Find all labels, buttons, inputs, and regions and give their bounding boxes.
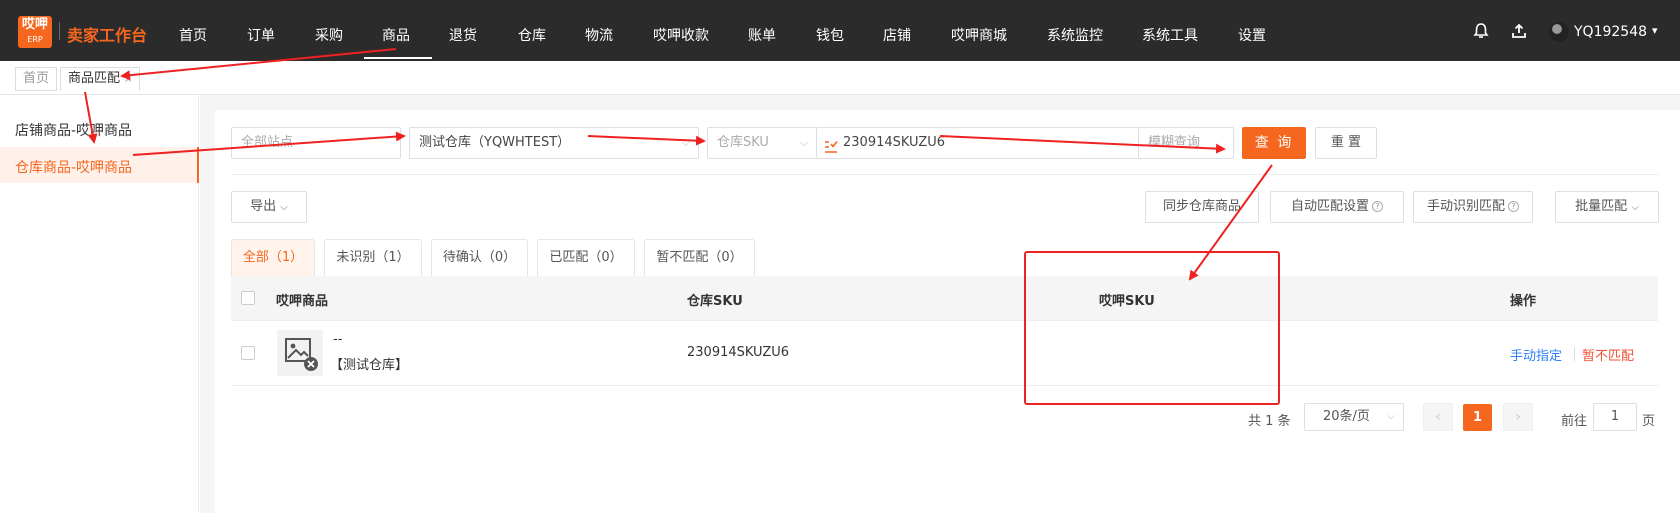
help-icon[interactable]: ? xyxy=(1508,201,1519,212)
product-name: -- xyxy=(333,332,343,347)
tab-no-match[interactable]: 暂不匹配（0） xyxy=(644,239,755,276)
sku-search-value: 230914SKUZU6 xyxy=(843,135,946,150)
upload-icon[interactable] xyxy=(1510,22,1528,44)
sku-search-input[interactable]: 230914SKUZU6 xyxy=(816,127,1140,159)
page-tab-product-match[interactable]: 商品匹配 × xyxy=(60,67,141,91)
skip-match-link[interactable]: 暂不匹配 xyxy=(1582,345,1634,364)
goto-label: 前往 xyxy=(1561,414,1588,429)
nav-item-products[interactable]: 商品 xyxy=(382,25,410,45)
reset-button[interactable]: 重 置 xyxy=(1315,127,1377,159)
sku-type-value: 仓库SKU xyxy=(717,135,769,150)
nav-item-returns[interactable]: 退货 xyxy=(449,25,477,45)
row-checkbox[interactable] xyxy=(241,346,255,360)
image-missing-icon xyxy=(285,338,318,371)
nav-item-wallet[interactable]: 钱包 xyxy=(816,25,844,45)
logo-subtext: ERP xyxy=(27,35,43,44)
warehouse-select[interactable]: 测试仓库（YQWHTEST） ⌵ xyxy=(409,127,699,159)
chevron-down-icon: ⌵ xyxy=(799,136,808,149)
goto-page-input[interactable]: 1 xyxy=(1593,403,1637,431)
chevron-down-icon: ⌵ xyxy=(681,136,690,149)
column-header-product: 哎呷商品 xyxy=(276,294,329,309)
sku-type-select[interactable]: 仓库SKU ⌵ xyxy=(707,127,817,159)
sidebar: 店铺商品-哎呷商品 仓库商品-哎呷商品 xyxy=(0,95,199,513)
select-all-checkbox[interactable] xyxy=(241,291,255,305)
nav-item-warehouse[interactable]: 仓库 xyxy=(518,25,546,45)
export-button[interactable]: 导出 ⌵ xyxy=(231,191,307,223)
sidebar-item-shop-products[interactable]: 店铺商品-哎呷商品 xyxy=(15,120,132,140)
tab-unidentified[interactable]: 未识别（1） xyxy=(324,239,422,276)
brand-divider xyxy=(59,22,60,40)
action-separator xyxy=(1574,347,1575,361)
page-tab-home[interactable]: 首页 xyxy=(15,67,58,91)
match-mode-select[interactable]: 模糊查询 xyxy=(1138,127,1234,159)
table-header xyxy=(231,276,1658,321)
username[interactable]: YQ192548 xyxy=(1574,24,1647,40)
nav-item-tools[interactable]: 系统工具 xyxy=(1142,25,1198,45)
manual-assign-link[interactable]: 手动指定 xyxy=(1510,345,1562,364)
nav-item-shops[interactable]: 店铺 xyxy=(883,25,911,45)
column-header-actions: 操作 xyxy=(1510,294,1537,309)
warehouse-select-value: 测试仓库（YQWHTEST） xyxy=(419,135,571,150)
manual-identify-label: 手动识别匹配 xyxy=(1426,199,1505,214)
current-page-button[interactable]: 1 xyxy=(1463,404,1492,431)
product-image-placeholder xyxy=(277,330,323,376)
nav-item-bills[interactable]: 账单 xyxy=(748,25,776,45)
column-header-warehouse-sku: 仓库SKU xyxy=(687,294,743,309)
tab-pending-confirm[interactable]: 待确认（0） xyxy=(431,239,528,276)
bell-icon[interactable] xyxy=(1472,22,1490,44)
prev-page-button[interactable]: ‹ xyxy=(1423,403,1453,431)
nav-item-orders[interactable]: 订单 xyxy=(247,25,275,45)
tab-matched[interactable]: 已匹配（0） xyxy=(537,239,635,276)
batch-match-label: 批量匹配 xyxy=(1575,199,1628,214)
page-tabs-bar: 首页 商品匹配 × xyxy=(0,61,1680,95)
nav-item-payments[interactable]: 哎呷收款 xyxy=(653,25,709,45)
help-icon[interactable]: ? xyxy=(1372,201,1383,212)
avatar[interactable] xyxy=(1549,22,1569,42)
logo-text: 哎呷 xyxy=(21,17,48,32)
batch-match-button[interactable]: 批量匹配 ⌵ xyxy=(1555,191,1659,223)
top-navigation-bar: 哎呷 ERP 卖家工作台 首页 订单 采购 商品 退货 仓库 物流 哎呷收款 账… xyxy=(0,0,1680,61)
site-select-placeholder: 全部站点 xyxy=(241,135,294,150)
sidebar-item-warehouse-products[interactable]: 仓库商品-哎呷商品 xyxy=(15,157,132,177)
manual-identify-match-button[interactable]: 手动识别匹配? xyxy=(1413,191,1533,223)
close-icon[interactable]: × xyxy=(124,74,132,85)
chevron-down-icon: ⌵ xyxy=(1631,202,1639,213)
chevron-down-icon[interactable]: ▾ xyxy=(1652,24,1658,37)
search-button[interactable]: 查 询 xyxy=(1242,127,1306,159)
brand-title: 卖家工作台 xyxy=(67,26,148,45)
table-row xyxy=(231,321,1658,386)
warehouse-sku-cell: 230914SKUZU6 xyxy=(687,345,790,360)
nav-item-home[interactable]: 首页 xyxy=(179,25,207,45)
page-tab-label: 商品匹配 xyxy=(68,71,121,86)
page-tab-home-label: 首页 xyxy=(23,71,50,86)
filter-divider xyxy=(231,174,1658,175)
auto-match-label: 自动匹配设置 xyxy=(1290,199,1369,214)
batch-input-icon[interactable] xyxy=(824,136,838,158)
page-size-value: 20条/页 xyxy=(1323,409,1370,424)
match-mode-value: 模糊查询 xyxy=(1148,135,1201,150)
product-warehouse: 【测试仓库】 xyxy=(330,358,409,373)
nav-active-indicator xyxy=(364,57,432,59)
site-select[interactable]: 全部站点 xyxy=(231,127,401,159)
sync-warehouse-products-button[interactable]: 同步仓库商品 xyxy=(1145,191,1259,223)
tab-all[interactable]: 全部（1） xyxy=(231,239,315,276)
chevron-down-icon: ⌵ xyxy=(1387,411,1395,422)
nav-item-logistics[interactable]: 物流 xyxy=(585,25,613,45)
pagination-total: 共 1 条 xyxy=(1248,414,1291,429)
export-label: 导出 xyxy=(250,199,277,214)
brand-logo[interactable]: 哎呷 ERP xyxy=(18,16,52,48)
nav-item-mall[interactable]: 哎呷商城 xyxy=(951,25,1007,45)
nav-item-monitor[interactable]: 系统监控 xyxy=(1047,25,1103,45)
chevron-down-icon: ⌵ xyxy=(280,202,288,213)
next-page-button[interactable]: › xyxy=(1503,403,1533,431)
nav-item-purchase[interactable]: 采购 xyxy=(315,25,343,45)
nav-item-settings[interactable]: 设置 xyxy=(1238,25,1266,45)
page-suffix: 页 xyxy=(1642,414,1656,429)
page-size-select[interactable]: 20条/页 ⌵ xyxy=(1304,403,1404,431)
auto-match-settings-button[interactable]: 自动匹配设置? xyxy=(1270,191,1404,223)
column-header-aiya-sku: 哎呷SKU xyxy=(1099,294,1155,309)
